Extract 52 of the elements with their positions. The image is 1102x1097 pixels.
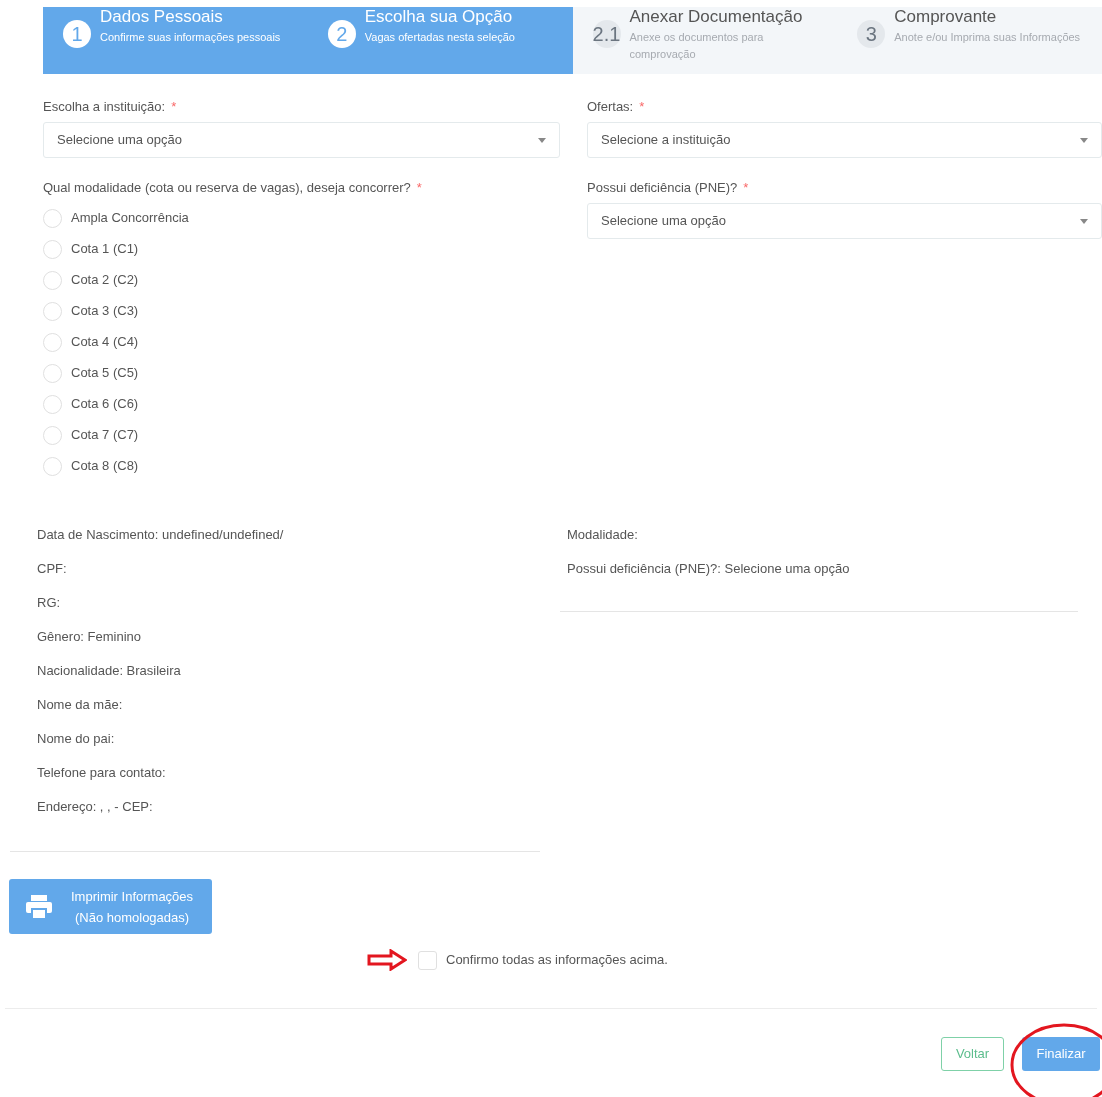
radio-label: Cota 6 (C6) [71, 395, 139, 414]
radio-label: Cota 7 (C7) [71, 426, 139, 445]
step-number: 1 [63, 20, 91, 48]
printer-icon [25, 892, 53, 921]
radio-label: Cota 2 (C2) [71, 271, 139, 290]
radio-label: Cota 8 (C8) [71, 457, 139, 476]
step-number: 2 [327, 20, 356, 48]
radio-label: Cota 5 (C5) [71, 364, 139, 383]
select-field[interactable]: Selecione uma opção [587, 203, 1102, 239]
step-number: 3 [857, 20, 886, 48]
summary-text: CPF: [37, 560, 68, 577]
summary-text: Nacionalidade: Brasileira [37, 662, 182, 679]
summary-text: Nome do pai: [37, 730, 116, 747]
summary-text: Possui deficiência (PNE)?: Selecione uma opção [567, 560, 851, 577]
field-label: Possui deficiência (PNE)? [587, 179, 738, 194]
radio-label: Cota 4 (C4) [71, 333, 139, 352]
field-label: Ofertas: [587, 98, 634, 113]
required-mark: * [639, 98, 645, 113]
wizard-step[interactable]: 2.1 Anexar Documentação Anexe os documentos para comprovação [572, 7, 838, 74]
summary-text: Endereço: , , - CEP: [37, 798, 154, 815]
dropdown-caret-icon [1080, 137, 1088, 143]
radio-label: Cota 1 (C1) [71, 240, 139, 259]
summary-text: Data de Nascimento: undefined/undefined/ [37, 526, 285, 543]
wizard-step[interactable]: 3 Comprovante Anote e/ou Imprima suas Informações [837, 7, 1102, 74]
confirm-label: Confirmo todas as informações acima. [446, 951, 668, 970]
summary-text: Nome da mãe: [37, 696, 124, 713]
select-field[interactable]: Selecione uma opção [43, 122, 560, 158]
arrow-annotation [367, 949, 407, 971]
required-mark: * [743, 179, 749, 194]
summary-text: Modalidade: [567, 526, 639, 543]
step-title: Escolha sua Opção [364, 7, 514, 27]
required-mark: * [171, 98, 177, 113]
required-mark: * [416, 179, 422, 194]
field-label: Escolha a instituição: [43, 98, 166, 113]
confirm-checkbox[interactable] [418, 950, 437, 970]
step-subtitle: Vagas ofertadas nesta seleção [364, 30, 515, 45]
step-subtitle: Anexe os documentos para comprovação [629, 30, 765, 62]
summary-text: RG: [37, 594, 62, 611]
step-title: Comprovante [894, 7, 998, 27]
field-label: Qual modalidade (cota ou reserva de vagas), deseja concorrer? [43, 179, 411, 194]
step-subtitle: Anote e/ou Imprima suas Informações [894, 30, 1081, 45]
dropdown-caret-icon [1080, 218, 1088, 224]
radio-label: Cota 3 (C3) [71, 302, 139, 321]
select-field[interactable]: Selecione a instituição [587, 122, 1102, 158]
step-subtitle: Confirme suas informações pessoais [100, 30, 281, 45]
step-title: Anexar Documentação [629, 7, 804, 27]
dropdown-caret-icon [538, 137, 546, 143]
step-title: Dados Pessoais [100, 7, 224, 27]
summary-text: Gênero: Feminino [37, 628, 143, 645]
radio-label: Ampla Concorrência [71, 209, 189, 228]
step-number: 2.1 [592, 20, 621, 48]
summary-text: Telefone para contato: [37, 764, 167, 781]
